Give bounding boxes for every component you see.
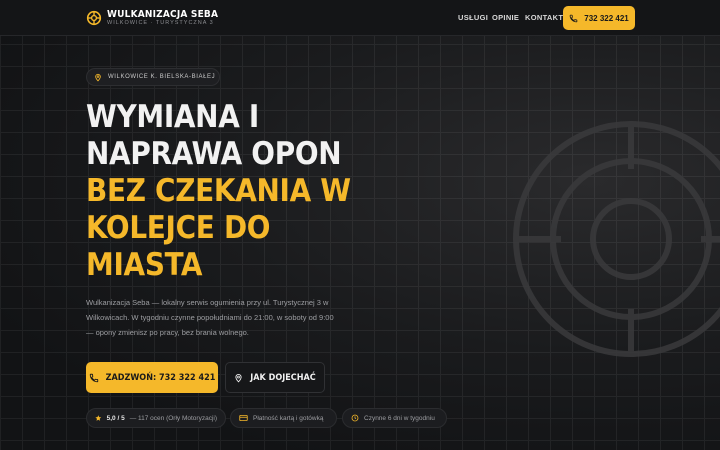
phone-icon (89, 373, 98, 382)
clock-icon (351, 414, 359, 422)
hero-heading-accent: MIASTA (86, 247, 203, 283)
nav-link-kontakt[interactable]: KONTAKT (525, 13, 563, 22)
nav-link-opinie[interactable]: OPINIE (492, 13, 519, 22)
call-button[interactable]: ZADZWOŃ: 732 322 421 (86, 362, 218, 393)
top-header: WULKANIZACJA SEBA WILKOWICE · TURYSTYCZN… (0, 0, 720, 36)
payment-text: Płatność kartą i gotówką (253, 414, 324, 422)
location-text: WILKOWICE K. BIELSKA-BIAŁEJ (108, 74, 216, 80)
header-phone-number: 732 322 421 (584, 13, 629, 23)
hours-badge: Czynne 6 dni w tygodniu (342, 408, 447, 428)
hero-heading-accent: BEZ CZEKANIA W (86, 173, 351, 209)
hero-description: Wulkanizacja Seba — lokalny serwis ogumi… (86, 298, 334, 337)
phone-icon (569, 14, 578, 22)
rating-value: 5,0 / 5 (106, 414, 125, 422)
card-icon (239, 414, 248, 422)
hero-heading-line: WYMIANA I (86, 99, 259, 135)
call-button-label: ZADZWOŃ: 732 322 421 (105, 372, 216, 383)
rating-text: — 117 ocen (Orły Motoryzacji) (129, 414, 217, 422)
hero-heading: WYMIANA I NAPRAWA OPON BEZ CZEKANIA W KO… (86, 99, 356, 284)
wheel-decoration-icon (513, 121, 720, 357)
hero-heading-accent: KOLEJCE DO (86, 210, 271, 246)
hero-heading-line: NAPRAWA OPON (86, 136, 342, 172)
gear-logo-icon[interactable] (86, 10, 102, 26)
map-pin-icon (235, 373, 242, 382)
brand-subtitle: WILKOWICE · TURYSTYCZNA 3 (107, 20, 214, 26)
map-pin-icon (95, 73, 101, 81)
brand-title[interactable]: WULKANIZACJA SEBA (107, 9, 218, 20)
rating-badge: 5,0 / 5 — 117 ocen (Orły Motoryzacji) (86, 408, 226, 428)
directions-button[interactable]: JAK DOJECHAĆ (225, 362, 325, 393)
header-call-button[interactable]: 732 322 421 (563, 6, 635, 30)
nav-link-uslugi[interactable]: USŁUGI (458, 13, 488, 22)
location-badge: WILKOWICE K. BIELSKA-BIAŁEJ (86, 68, 220, 86)
directions-button-label: JAK DOJECHAĆ (250, 372, 316, 383)
star-icon (95, 415, 102, 421)
payment-badge: Płatność kartą i gotówką (230, 408, 337, 428)
hours-text: Czynne 6 dni w tygodniu (364, 414, 435, 422)
